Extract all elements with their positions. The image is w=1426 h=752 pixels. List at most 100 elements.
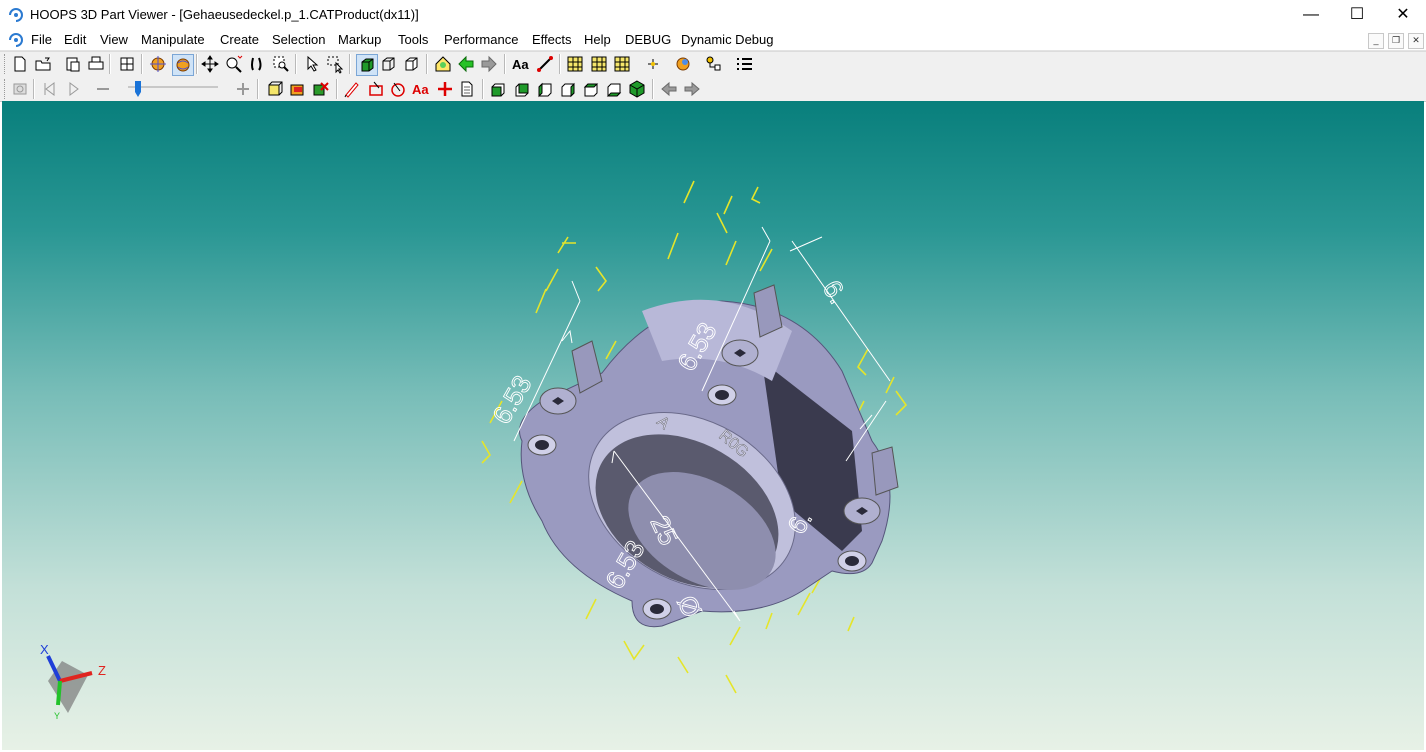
play-icon[interactable] [63, 79, 83, 99]
menu-debug[interactable]: DEBUG [625, 32, 671, 47]
forward-icon[interactable] [479, 54, 499, 74]
next-view-icon[interactable] [682, 79, 702, 99]
toolbar-separator [336, 79, 338, 99]
toolbar-separator [196, 54, 198, 74]
pen-icon[interactable] [342, 79, 362, 99]
view-bottom-icon[interactable] [604, 79, 624, 99]
toolbar-separator [257, 79, 259, 99]
text-markup-icon[interactable]: Aa [411, 79, 431, 99]
toolbar-separator [295, 54, 297, 74]
menu-markup[interactable]: Markup [338, 32, 381, 47]
view-iso-icon[interactable] [627, 79, 647, 99]
cross-markup-icon[interactable] [435, 79, 455, 99]
zoom-icon[interactable] [224, 54, 244, 74]
text-icon[interactable]: Aa [511, 54, 531, 74]
select-area-icon[interactable] [325, 54, 345, 74]
mdi-close-button[interactable]: ✕ [1408, 33, 1424, 49]
menu-selection[interactable]: Selection [272, 32, 325, 47]
svg-text:Aa: Aa [412, 82, 429, 97]
menu-view[interactable]: View [100, 32, 128, 47]
minimize-button[interactable]: — [1288, 0, 1334, 30]
mdi-restore-button[interactable]: ❐ [1388, 33, 1404, 49]
close-button[interactable]: ✕ [1380, 0, 1426, 30]
orbit-icon[interactable] [148, 54, 168, 74]
new-file-icon[interactable] [10, 54, 30, 74]
cube-remove-icon[interactable] [311, 79, 331, 99]
wireframe-icon[interactable] [378, 54, 398, 74]
main-toolbar: Aa [0, 51, 1426, 78]
layers-icon[interactable] [703, 54, 723, 74]
maximize-button[interactable]: ☐ [1334, 0, 1380, 30]
cube-front-icon[interactable] [265, 79, 285, 99]
menu-help[interactable]: Help [584, 32, 611, 47]
y-axis-label: Y [54, 711, 60, 721]
section-icon[interactable] [565, 54, 585, 74]
toolbar-separator [349, 54, 351, 74]
cube-color-icon[interactable] [288, 79, 308, 99]
toolbar-separator [426, 54, 428, 74]
view-left-icon[interactable] [535, 79, 555, 99]
menu-performance[interactable]: Performance [444, 32, 518, 47]
menu-dynamic-debug[interactable]: Dynamic Debug [681, 32, 774, 47]
title-bar: HOOPS 3D Part Viewer - [Gehaeusedeckel.p… [0, 0, 1426, 30]
home-icon[interactable] [433, 54, 453, 74]
rect-markup-icon[interactable] [366, 79, 386, 99]
dimension-label[interactable]: 6. [816, 275, 854, 310]
view-right-icon[interactable] [558, 79, 578, 99]
axis-triad[interactable]: X Z Y [40, 642, 106, 721]
menu-effects[interactable]: Effects [532, 32, 572, 47]
section2-icon[interactable] [589, 54, 609, 74]
turntable-icon[interactable] [172, 54, 194, 76]
select-icon[interactable] [302, 54, 322, 74]
y-axis-arrow [56, 680, 62, 706]
grid-icon[interactable] [117, 54, 137, 74]
menu-manipulate[interactable]: Manipulate [141, 32, 205, 47]
hidden-line-icon[interactable] [401, 54, 421, 74]
menu-bar: File Edit View Manipulate Create Selecti… [0, 30, 1426, 51]
pan-icon[interactable] [200, 54, 220, 74]
circle-markup-icon[interactable] [388, 79, 408, 99]
walk-icon[interactable] [247, 54, 267, 74]
view-front-icon[interactable] [488, 79, 508, 99]
toolbar-separator [33, 79, 35, 99]
zoom-in-icon[interactable] [233, 79, 253, 99]
view-top-icon[interactable] [581, 79, 601, 99]
prev-view-icon[interactable] [659, 79, 679, 99]
toolbar-grip[interactable] [4, 54, 8, 74]
first-frame-icon[interactable] [39, 79, 59, 99]
view-back-icon[interactable] [512, 79, 532, 99]
page-icon[interactable] [457, 79, 477, 99]
back-icon[interactable] [456, 54, 476, 74]
point-icon[interactable] [643, 54, 663, 74]
model-canvas[interactable]: 6.53 6.53 6. 6.53 6. 25 Ø A R0G X Z Y [2, 101, 1424, 750]
print-icon[interactable] [86, 54, 106, 74]
zoom-out-icon[interactable] [93, 79, 113, 99]
menu-file[interactable]: File [31, 32, 52, 47]
svg-text:Aa: Aa [512, 57, 529, 72]
slider-thumb[interactable] [133, 79, 143, 99]
menu-create[interactable]: Create [220, 32, 259, 47]
toolbar-separator [652, 79, 654, 99]
window-title: HOOPS 3D Part Viewer - [Gehaeusedeckel.p… [30, 7, 419, 22]
3d-viewport[interactable]: 6.53 6.53 6. 6.53 6. 25 Ø A R0G X Z Y [2, 101, 1424, 750]
light-icon[interactable] [673, 54, 693, 74]
toolbar-separator [559, 54, 561, 74]
open-file-icon[interactable] [33, 54, 53, 74]
toolbar-separator [109, 54, 111, 74]
paste-icon[interactable] [63, 54, 83, 74]
list-icon[interactable] [735, 54, 755, 74]
mdi-minimize-button[interactable]: _ [1368, 33, 1384, 49]
measure-icon[interactable] [535, 54, 555, 74]
shaded-icon[interactable] [356, 54, 378, 76]
menu-edit[interactable]: Edit [64, 32, 86, 47]
toolbar-separator [141, 54, 143, 74]
z-axis-label: Z [98, 663, 106, 678]
toolbar-grip[interactable] [4, 79, 8, 99]
document-icon[interactable] [8, 32, 24, 48]
section3-icon[interactable] [612, 54, 632, 74]
x-axis-label: X [40, 642, 49, 657]
menu-tools[interactable]: Tools [398, 32, 428, 47]
snapshot-icon[interactable] [10, 79, 30, 99]
app-icon [9, 8, 23, 22]
zoom-window-icon[interactable] [271, 54, 291, 74]
